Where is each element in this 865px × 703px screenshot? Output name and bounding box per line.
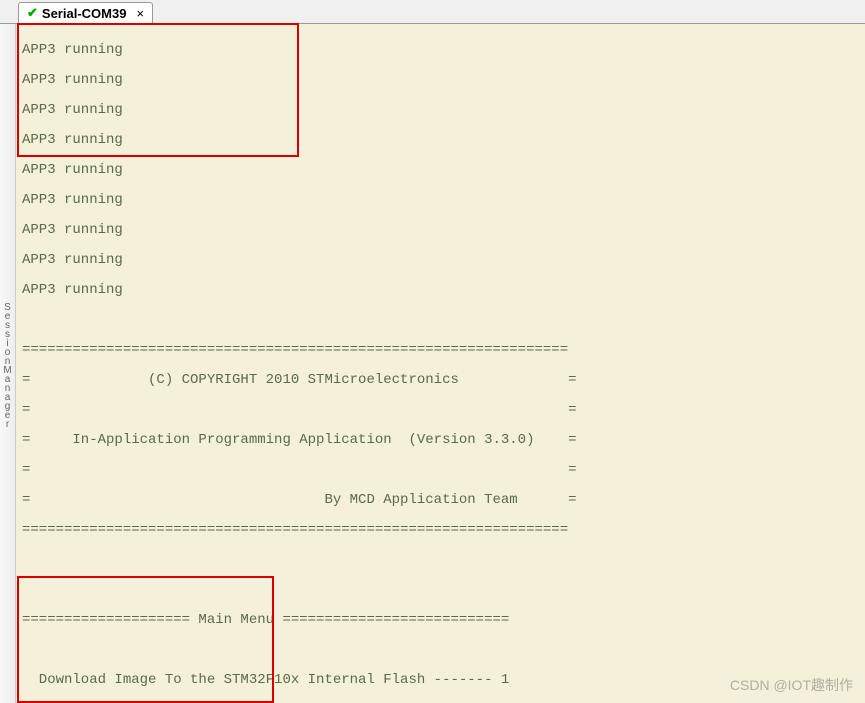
- sidebar-label: Session Manager: [1, 303, 15, 429]
- app3-line: APP3 running: [22, 223, 859, 238]
- terminal-output[interactable]: APP3 running APP3 running APP3 running A…: [16, 24, 865, 703]
- tab-bar: ✔ Serial-COM39 ×: [0, 0, 865, 24]
- app3-line: APP3 running: [22, 133, 859, 148]
- menu-title: ==================== Main Menu =========…: [22, 613, 859, 628]
- app3-line: APP3 running: [22, 193, 859, 208]
- app3-line: APP3 running: [22, 283, 859, 298]
- blank-line: [22, 583, 859, 598]
- blank-line: [22, 313, 859, 328]
- app3-line: APP3 running: [22, 103, 859, 118]
- body-area: Session Manager APP3 running APP3 runnin…: [0, 24, 865, 703]
- close-icon[interactable]: ×: [136, 6, 144, 21]
- session-manager-sidebar[interactable]: Session Manager: [0, 24, 16, 703]
- app3-line: APP3 running: [22, 163, 859, 178]
- header-border: ========================================…: [22, 523, 859, 538]
- header-line: = =: [22, 463, 859, 478]
- header-appname: = In-Application Programming Application…: [22, 433, 859, 448]
- header-border: ========================================…: [22, 343, 859, 358]
- header-line: = =: [22, 403, 859, 418]
- tab-serial-com39[interactable]: ✔ Serial-COM39 ×: [18, 2, 153, 24]
- blank-line: [22, 643, 859, 658]
- header-team: = By MCD Application Team =: [22, 493, 859, 508]
- blank-line: [22, 553, 859, 568]
- header-copyright: = (C) COPYRIGHT 2010 STMicroelectronics …: [22, 373, 859, 388]
- app3-line: APP3 running: [22, 43, 859, 58]
- app3-line: APP3 running: [22, 253, 859, 268]
- check-icon: ✔: [27, 5, 38, 21]
- watermark: CSDN @IOT趣制作: [730, 675, 853, 695]
- app3-line: APP3 running: [22, 73, 859, 88]
- tab-title: Serial-COM39: [42, 6, 127, 21]
